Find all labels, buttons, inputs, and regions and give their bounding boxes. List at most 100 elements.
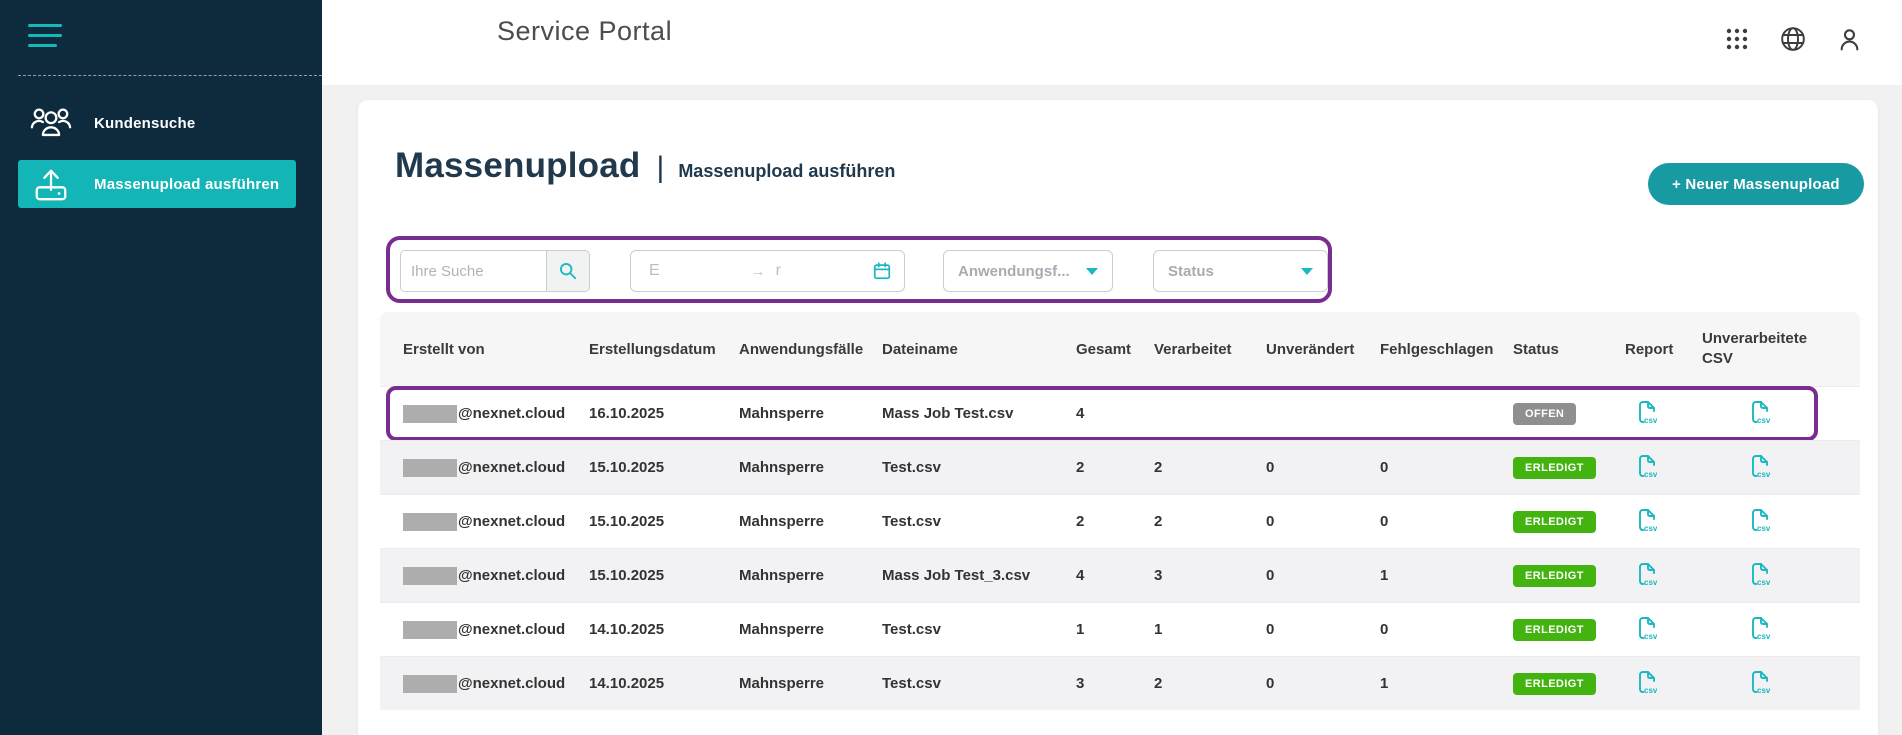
unprocessed-csv-download-icon[interactable]: csv bbox=[1750, 454, 1770, 478]
failed-value: 0 bbox=[1380, 621, 1513, 638]
svg-text:csv: csv bbox=[1644, 632, 1657, 640]
top-bar: Service Portal bbox=[322, 0, 1902, 85]
filename-value: Test.csv bbox=[882, 459, 1076, 476]
total-value: 1 bbox=[1076, 621, 1154, 638]
unprocessed-csv-download-icon[interactable]: csv bbox=[1750, 562, 1770, 586]
status-badge: ERLEDIGT bbox=[1513, 673, 1596, 695]
date-range-arrow: → bbox=[751, 263, 766, 280]
unprocessed-csv-download-icon[interactable]: csv bbox=[1750, 670, 1770, 694]
search-button[interactable] bbox=[546, 251, 589, 291]
date-range-field[interactable]: E → r bbox=[630, 250, 905, 292]
svg-text:csv: csv bbox=[1757, 416, 1770, 424]
redacted-email-box bbox=[403, 513, 457, 531]
created-by-value: @nexnet.cloud bbox=[458, 513, 565, 530]
date-start-placeholder: E bbox=[649, 262, 660, 280]
page-title: Massenupload bbox=[395, 146, 641, 186]
app-title: Service Portal bbox=[497, 16, 672, 47]
report-csv-download-icon[interactable]: csv bbox=[1637, 400, 1657, 424]
dropdown-label: Anwendungsf... bbox=[958, 263, 1070, 280]
processed-value: 2 bbox=[1154, 675, 1266, 692]
status-dropdown[interactable]: Status bbox=[1153, 250, 1328, 292]
sidebar-item-label: Kundensuche bbox=[94, 115, 195, 132]
svg-text:csv: csv bbox=[1757, 524, 1770, 532]
sidebar: Kundensuche Massenupload ausführen bbox=[0, 0, 322, 735]
globe-icon[interactable] bbox=[1780, 26, 1806, 52]
column-header: Unverändert bbox=[1266, 341, 1354, 358]
total-value: 2 bbox=[1076, 513, 1154, 530]
use-case-value: Mahnsperre bbox=[739, 405, 882, 422]
date-end-placeholder: r bbox=[776, 262, 781, 280]
svg-text:csv: csv bbox=[1644, 470, 1657, 478]
total-value: 4 bbox=[1076, 405, 1154, 422]
uploads-table: Erstellt von Erstellungsdatum Anwendungs… bbox=[380, 312, 1860, 710]
table-row: @nexnet.cloud 15.10.2025 Mahnsperre Test… bbox=[380, 494, 1860, 548]
sidebar-item-kundensuche[interactable]: Kundensuche bbox=[18, 99, 296, 147]
failed-value: 1 bbox=[1380, 675, 1513, 692]
unprocessed-csv-download-icon[interactable]: csv bbox=[1750, 616, 1770, 640]
created-by-value: @nexnet.cloud bbox=[458, 621, 565, 638]
dropdown-label: Status bbox=[1168, 263, 1214, 280]
filename-value: Test.csv bbox=[882, 513, 1076, 530]
unchanged-value: 0 bbox=[1266, 675, 1380, 692]
sidebar-divider bbox=[18, 75, 322, 76]
status-badge: OFFEN bbox=[1513, 403, 1576, 425]
report-csv-download-icon[interactable]: csv bbox=[1637, 616, 1657, 640]
upload-icon bbox=[30, 165, 72, 203]
table-row: @nexnet.cloud 15.10.2025 Mahnsperre Mass… bbox=[380, 548, 1860, 602]
status-badge: ERLEDIGT bbox=[1513, 619, 1596, 641]
failed-value: 0 bbox=[1380, 459, 1513, 476]
status-badge: ERLEDIGT bbox=[1513, 457, 1596, 479]
svg-text:csv: csv bbox=[1757, 470, 1770, 478]
redacted-email-box bbox=[403, 459, 457, 477]
chevron-down-icon bbox=[1301, 268, 1313, 275]
unprocessed-csv-download-icon[interactable]: csv bbox=[1750, 400, 1770, 424]
users-icon bbox=[30, 105, 72, 141]
table-row: @nexnet.cloud 16.10.2025 Mahnsperre Mass… bbox=[380, 386, 1860, 440]
use-case-value: Mahnsperre bbox=[739, 675, 882, 692]
creation-date-value: 15.10.2025 bbox=[589, 567, 739, 584]
apps-grid-icon[interactable] bbox=[1724, 26, 1750, 52]
processed-value: 3 bbox=[1154, 567, 1266, 584]
svg-text:csv: csv bbox=[1757, 632, 1770, 640]
creation-date-value: 14.10.2025 bbox=[589, 675, 739, 692]
column-header: Fehlgeschlagen bbox=[1380, 341, 1493, 358]
new-massenupload-button[interactable]: + Neuer Massenupload bbox=[1648, 163, 1864, 205]
column-header: Unverarbeitete CSV bbox=[1702, 329, 1820, 370]
svg-text:csv: csv bbox=[1757, 686, 1770, 694]
search-input[interactable] bbox=[401, 251, 546, 291]
chevron-down-icon bbox=[1086, 268, 1098, 275]
created-by-value: @nexnet.cloud bbox=[458, 675, 565, 692]
redacted-email-box bbox=[403, 621, 457, 639]
unprocessed-csv-download-icon[interactable]: csv bbox=[1750, 508, 1770, 532]
table-body: @nexnet.cloud 16.10.2025 Mahnsperre Mass… bbox=[380, 386, 1860, 710]
redacted-email-box bbox=[403, 675, 457, 693]
hamburger-menu-icon[interactable] bbox=[28, 24, 72, 50]
svg-text:csv: csv bbox=[1757, 578, 1770, 586]
search-field bbox=[400, 250, 590, 292]
created-by-value: @nexnet.cloud bbox=[458, 459, 565, 476]
total-value: 4 bbox=[1076, 567, 1154, 584]
use-case-value: Mahnsperre bbox=[739, 567, 882, 584]
title-divider: | bbox=[657, 151, 665, 185]
column-header: Dateiname bbox=[882, 341, 958, 358]
anwendungsfaelle-dropdown[interactable]: Anwendungsf... bbox=[943, 250, 1113, 292]
report-csv-download-icon[interactable]: csv bbox=[1637, 508, 1657, 532]
redacted-email-box bbox=[403, 405, 457, 423]
sidebar-item-massenupload-ausfuehren[interactable]: Massenupload ausführen bbox=[18, 160, 296, 208]
svg-text:csv: csv bbox=[1644, 578, 1657, 586]
svg-text:csv: csv bbox=[1644, 524, 1657, 532]
table-row: @nexnet.cloud 14.10.2025 Mahnsperre Test… bbox=[380, 602, 1860, 656]
redacted-email-box bbox=[403, 567, 457, 585]
processed-value: 2 bbox=[1154, 513, 1266, 530]
calendar-icon bbox=[872, 261, 892, 281]
use-case-value: Mahnsperre bbox=[739, 513, 882, 530]
report-csv-download-icon[interactable]: csv bbox=[1637, 454, 1657, 478]
svg-text:csv: csv bbox=[1644, 416, 1657, 424]
creation-date-value: 14.10.2025 bbox=[589, 621, 739, 638]
column-header: Erstellungsdatum bbox=[589, 341, 716, 358]
unchanged-value: 0 bbox=[1266, 459, 1380, 476]
column-header: Report bbox=[1625, 341, 1673, 358]
report-csv-download-icon[interactable]: csv bbox=[1637, 562, 1657, 586]
user-icon[interactable] bbox=[1836, 26, 1862, 52]
report-csv-download-icon[interactable]: csv bbox=[1637, 670, 1657, 694]
